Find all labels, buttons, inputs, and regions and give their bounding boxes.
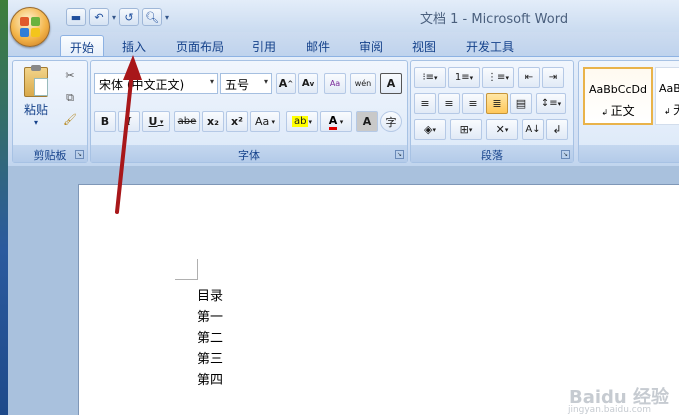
word-window: ▬ ↶ ▾ ↺ 🔍︎ ▾ 文档 1 - Microsoft Word 开始 插入…	[0, 0, 679, 415]
annotation-arrow	[115, 55, 142, 214]
office-logo-icon	[20, 17, 40, 37]
watermark-url: jingyan.baidu.com	[567, 405, 651, 415]
office-button[interactable]	[10, 7, 50, 47]
